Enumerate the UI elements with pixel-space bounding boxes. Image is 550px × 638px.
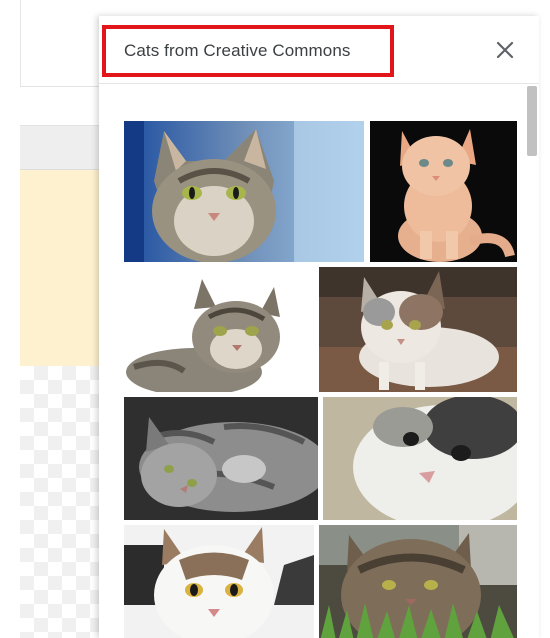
cat-image-4-picture [319,267,517,392]
close-button[interactable] [491,36,519,64]
cat-image-5[interactable] [124,397,318,520]
cat-image-3[interactable] [124,267,314,392]
background-header-row [20,126,100,170]
image-search-panel: Cats from Creative Commons [99,16,539,638]
cat-image-8[interactable] [319,525,517,638]
cat-image-8-picture [319,525,517,638]
background-toolbar [20,86,100,126]
results-grid [99,84,539,638]
cat-image-7-picture [124,525,314,638]
cat-image-6-picture [323,397,517,520]
cat-image-3-picture [124,267,314,392]
cat-image-7[interactable] [124,525,314,638]
cat-image-2[interactable] [370,121,517,262]
panel-title: Cats from Creative Commons [124,41,351,60]
cat-image-5-picture [124,397,318,520]
cat-image-1[interactable] [124,121,364,262]
panel-header: Cats from Creative Commons [99,16,539,84]
cat-image-4[interactable] [319,267,517,392]
close-icon [496,41,514,59]
cat-image-6[interactable] [323,397,517,520]
scrollbar-thumb[interactable] [527,86,537,156]
cat-image-2-picture [370,121,517,262]
cat-image-1-picture [124,121,364,262]
background-highlight-row [20,170,100,366]
background-transparency-grid [20,366,100,638]
